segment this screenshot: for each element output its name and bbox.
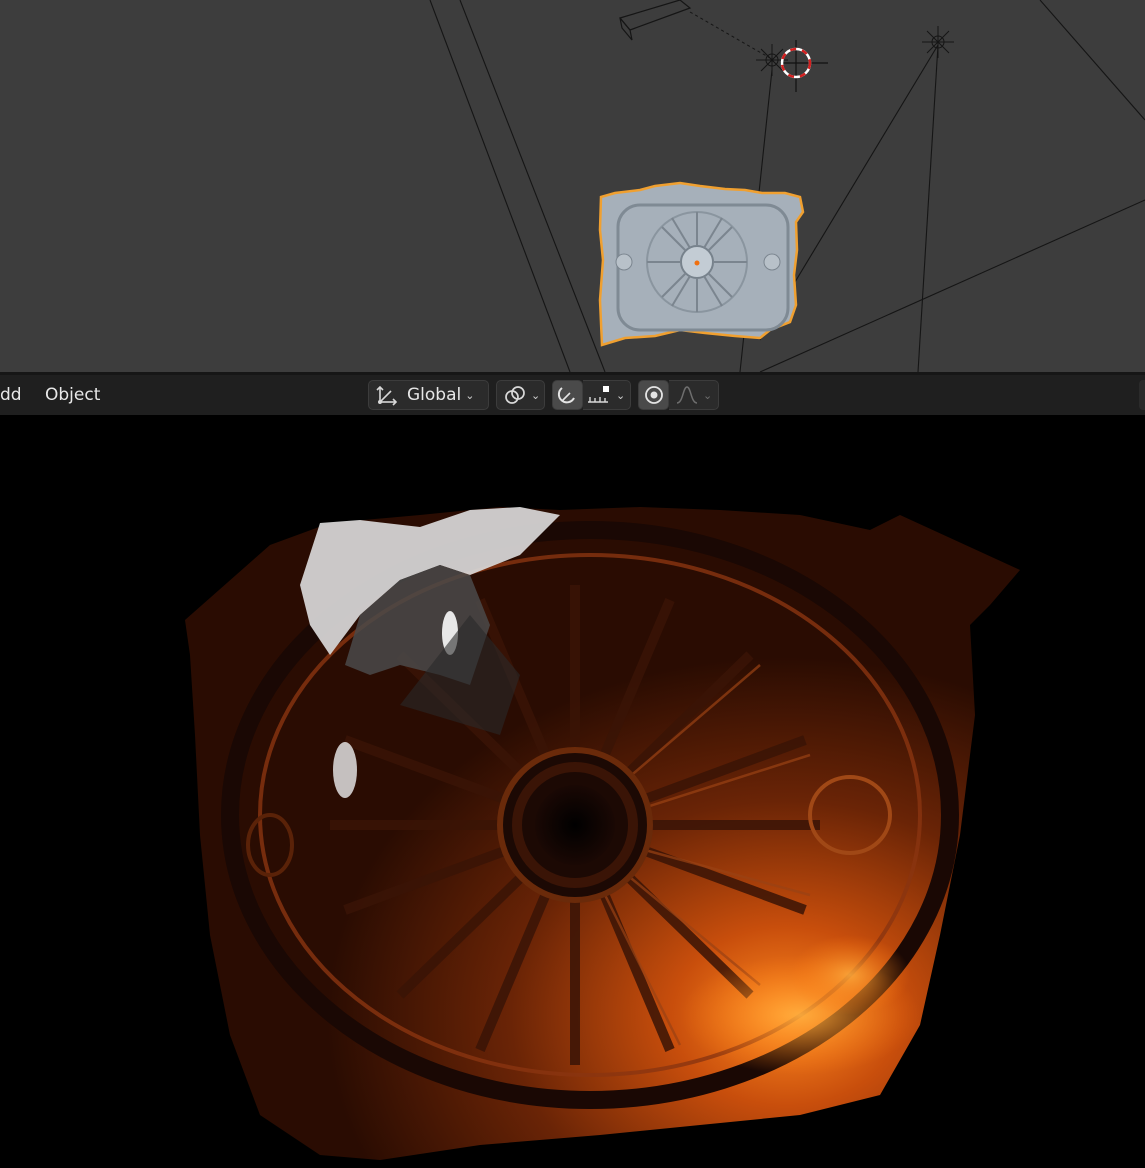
- transform-orientation-label: Global: [407, 385, 462, 405]
- selected-mesh-object[interactable]: [598, 181, 805, 347]
- 3d-viewport[interactable]: [0, 0, 1145, 372]
- chevron-down-icon: ⌄: [465, 388, 475, 402]
- snap-target-dropdown[interactable]: ⌄: [583, 380, 631, 410]
- menu-object[interactable]: Object: [45, 385, 100, 405]
- snap-increment-icon: [586, 384, 612, 406]
- pivot-point-dropdown[interactable]: ⌄: [496, 380, 545, 410]
- pivot-link-icon: [503, 384, 527, 406]
- chevron-down-icon: ⌄: [531, 388, 541, 402]
- proportional-edit-toggle[interactable]: [638, 380, 669, 410]
- point-light-icon-2[interactable]: [922, 26, 954, 58]
- proportional-edit-icon: [643, 384, 665, 406]
- transform-orientation-dropdown[interactable]: Global ⌄: [368, 380, 489, 410]
- 3d-cursor-icon[interactable]: [780, 40, 828, 92]
- falloff-curve-icon: [675, 384, 699, 406]
- chevron-down-icon: ⌄: [703, 388, 713, 402]
- area-light-icon[interactable]: [618, 0, 692, 41]
- snap-magnet-icon: [556, 384, 580, 406]
- menu-add[interactable]: dd: [0, 385, 22, 405]
- transform-axes-icon: [375, 384, 399, 406]
- rendered-mesh: [185, 507, 1020, 1160]
- light-link-line: [689, 11, 771, 59]
- snap-toggle-button[interactable]: [552, 380, 583, 410]
- chevron-down-icon: ⌄: [616, 388, 626, 402]
- falloff-dropdown[interactable]: ⌄: [669, 380, 719, 410]
- rendered-viewport[interactable]: [0, 415, 1145, 1168]
- header-edge-widget[interactable]: [1139, 380, 1145, 410]
- viewport-header: dd Object Global ⌄ ⌄ ⌄ ⌄: [0, 372, 1145, 415]
